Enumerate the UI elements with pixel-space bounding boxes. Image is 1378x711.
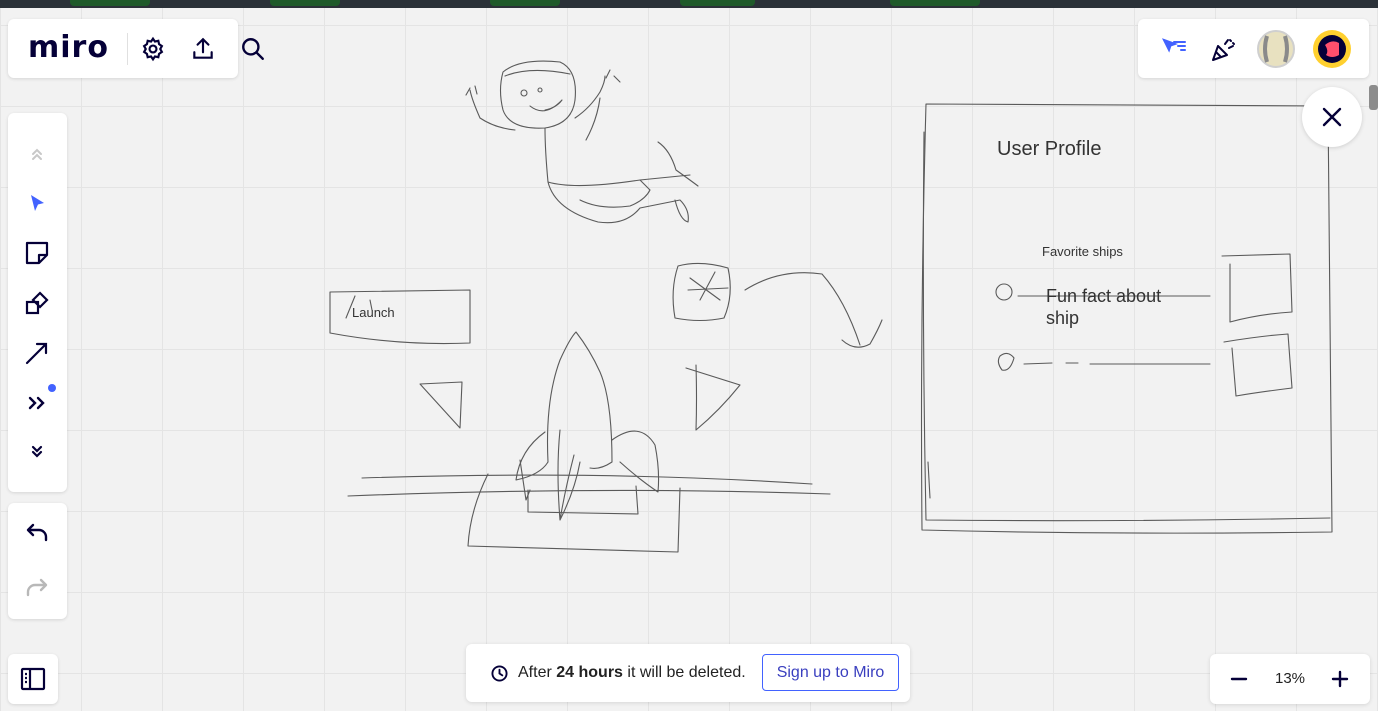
zoom-level[interactable]: 13% — [1265, 670, 1315, 687]
avatar-icon[interactable] — [1257, 30, 1295, 68]
zoom-control: 13% — [1210, 654, 1370, 704]
notification-dot — [48, 384, 56, 392]
miro-logo[interactable]: miro — [28, 30, 109, 65]
launch-box-sketch — [329, 289, 471, 345]
expiry-duration: 24 hours — [556, 664, 623, 681]
user-avatar-icon[interactable] — [1312, 29, 1352, 69]
crossed-box-sketch — [672, 262, 731, 322]
zoom-out-icon[interactable] — [1226, 666, 1252, 692]
sticky-note-icon[interactable] — [22, 238, 52, 268]
favorite-ships-label: Favorite ships — [1042, 244, 1123, 259]
divider — [127, 33, 128, 65]
ship-image-placeholder-1 — [1221, 253, 1293, 323]
expand-down-icon[interactable] — [22, 438, 52, 466]
profile-title: User Profile — [997, 138, 1102, 160]
undo-icon[interactable] — [22, 520, 52, 550]
fun-fact-label: Fun fact about ship — [1046, 286, 1162, 328]
expiry-prefix: After — [518, 664, 552, 681]
launch-pad-sketch — [347, 474, 831, 497]
shapes-icon[interactable] — [22, 288, 52, 318]
expiry-suffix: it will be deleted. — [627, 664, 746, 681]
redo-icon[interactable] — [22, 575, 52, 605]
collapse-up-icon[interactable] — [22, 140, 52, 168]
arrow-sketch — [744, 272, 883, 348]
sign-up-button[interactable]: Sign up to Miro — [762, 654, 899, 691]
cursor-filter-icon[interactable] — [1158, 33, 1190, 65]
expiry-message: After 24 hours it will be deleted. — [518, 664, 746, 682]
sidebar-icon — [18, 664, 48, 694]
ship-image-placeholder-2 — [1223, 333, 1293, 397]
left-triangle-sketch — [419, 381, 463, 429]
scrollbar-thumb[interactable] — [1369, 85, 1378, 110]
search-icon[interactable] — [238, 34, 268, 64]
close-button[interactable] — [1302, 87, 1362, 147]
clock-icon — [490, 664, 508, 682]
close-icon — [1320, 105, 1344, 129]
more-tools-icon[interactable] — [22, 388, 52, 418]
upload-icon[interactable] — [188, 34, 218, 64]
expiry-toast: After 24 hours it will be deleted. Sign … — [466, 644, 910, 702]
board-panel-toggle[interactable] — [8, 654, 58, 704]
party-popper-icon[interactable] — [1207, 33, 1239, 65]
select-icon[interactable] — [22, 188, 52, 218]
right-triangle-sketch — [685, 364, 741, 431]
whiteboard-canvas[interactable] — [0, 0, 1378, 711]
arrow-line-icon[interactable] — [22, 338, 52, 368]
launch-label: Launch — [352, 305, 395, 320]
gear-icon[interactable] — [138, 34, 168, 64]
person-sketch — [465, 60, 699, 224]
rocket-sketch — [546, 331, 613, 469]
zoom-in-icon[interactable] — [1327, 666, 1353, 692]
